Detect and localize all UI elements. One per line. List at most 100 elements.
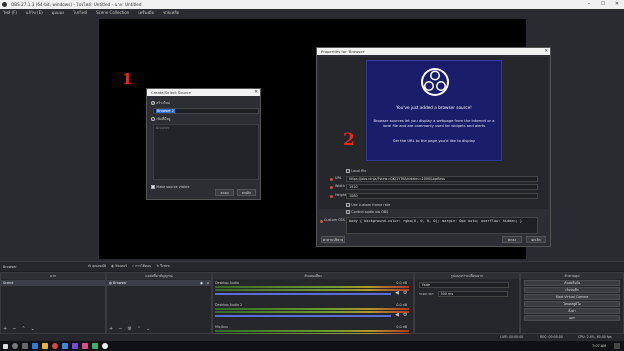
local-file-option[interactable]: Local file — [346, 168, 366, 174]
add-scene-icon[interactable]: + — [3, 326, 7, 333]
new-source-name-input[interactable]: Browser 2 — [153, 108, 259, 114]
scene-item[interactable]: Scene — [1, 280, 105, 286]
menu-scene-collection[interactable]: Scene Collection — [96, 9, 129, 17]
duration-input[interactable]: 300 ms — [437, 291, 508, 297]
gear-icon[interactable]: ⚙ — [403, 290, 407, 296]
filters-button[interactable]: ◐ ฟิลเตอร์ — [111, 264, 127, 269]
maximize-button[interactable]: ☐ — [596, 0, 610, 9]
create-source-ok-button[interactable]: ตกลง — [215, 189, 234, 196]
refresh-label: รีเฟรช — [160, 264, 170, 268]
rec-status: REC: 00:00:00 — [540, 335, 563, 339]
custom-fps-option[interactable]: Use custom frame rate — [346, 202, 390, 208]
make-visible-label: Make source visible — [156, 185, 190, 189]
refresh-button[interactable]: ↻ รีเฟรช — [156, 264, 169, 269]
source-down-icon[interactable]: ⌄ — [146, 326, 150, 333]
banner-cta: Set the URL to the page you'd like to di… — [392, 139, 476, 143]
menu-bar: ไฟล์ (F) แก้ไข (E) มุมมอง โปรไฟล์ Scene … — [0, 9, 624, 17]
search-icon[interactable] — [12, 343, 18, 349]
controls-header: ตัวควบคุม — [521, 273, 623, 279]
app-icon[interactable] — [82, 343, 88, 349]
studio-mode-button[interactable]: โหมดสตูดิโอ — [524, 301, 620, 307]
new-source-name-value: Browser 2 — [156, 109, 175, 113]
remove-source-icon[interactable]: − — [118, 326, 122, 333]
transitions-dock: รูปแบบการเปลี่ยนฉาก Fade ระยะเวลา 300 ms — [414, 272, 520, 334]
custom-fps-checkbox[interactable] — [346, 203, 350, 207]
browser-properties-cancel-button[interactable]: ยกเลิก — [526, 236, 546, 243]
volume-slider[interactable] — [215, 315, 391, 317]
menu-profile[interactable]: โปรไฟล์ — [73, 9, 87, 17]
selected-source-name: Browser — [3, 264, 17, 269]
create-source-cancel-button[interactable]: ยกเลิก — [237, 189, 256, 196]
control-audio-checkbox[interactable] — [346, 210, 350, 214]
local-file-checkbox[interactable] — [346, 169, 350, 173]
edge-icon[interactable] — [32, 343, 38, 349]
remove-scene-icon[interactable]: − — [12, 326, 16, 333]
visibility-eye-icon[interactable]: ◉ — [200, 280, 203, 286]
control-audio-option[interactable]: Control audio via OBS — [346, 209, 388, 215]
menu-help[interactable]: ช่วยเหลือ — [163, 9, 179, 17]
minimize-button[interactable]: – — [582, 0, 596, 9]
app-icon[interactable] — [72, 343, 78, 349]
add-source-icon[interactable]: + — [109, 326, 113, 333]
make-visible-checkbox[interactable] — [151, 185, 155, 189]
existing-source-item[interactable]: Browser — [156, 126, 256, 130]
close-button[interactable]: ✕ — [610, 0, 624, 9]
height-required-icon — [330, 195, 333, 198]
height-label: Height — [335, 193, 347, 197]
speaker-icon[interactable]: ◀ — [395, 290, 399, 296]
browser-source-banner: You've just added a browser source! Brow… — [366, 60, 502, 161]
settings-button[interactable]: ตั้งค่า — [524, 308, 620, 314]
chrome-icon[interactable] — [52, 343, 58, 349]
volume-slider[interactable] — [215, 293, 391, 295]
obs-taskbar-icon[interactable] — [102, 343, 108, 349]
start-streaming-button[interactable]: เริ่มสตรีมมิ่ง — [524, 280, 620, 286]
window-title: OBS 27.1.3 (64-bit, windows) - โปรไฟล์: … — [11, 2, 142, 7]
defaults-button[interactable]: ค่าตามปริยาย — [321, 236, 345, 243]
explorer-icon[interactable] — [42, 343, 48, 349]
move-down-icon[interactable]: ⌄ — [31, 326, 35, 333]
menu-file[interactable]: ไฟล์ (F) — [3, 9, 17, 17]
lock-icon[interactable]: ▫ — [207, 280, 209, 286]
gear-icon[interactable]: ⚙ — [403, 312, 407, 318]
source-item[interactable]: ◍ Browser ◉ ▫ — [107, 280, 211, 286]
start-icon[interactable] — [3, 343, 8, 349]
source-up-icon[interactable]: ⌃ — [137, 326, 141, 333]
task-view-icon[interactable] — [22, 343, 28, 349]
start-virtual-camera-button[interactable]: Start Virtual Camera — [524, 294, 620, 300]
interact-button[interactable]: ☝ การโต้ตอบ — [132, 264, 151, 269]
width-required-icon — [330, 186, 333, 189]
properties-button[interactable]: ⚙ คุณสมบัติ — [88, 264, 106, 269]
exit-button[interactable]: ออก — [524, 315, 620, 321]
channel-meter — [215, 311, 409, 313]
properties-form: Local file URL https://obs.ninja/?view=Q… — [320, 164, 542, 242]
menu-edit[interactable]: แก้ไข (E) — [26, 9, 43, 17]
width-input[interactable]: 1920 — [346, 184, 538, 190]
annotation-two: 2 — [343, 130, 355, 150]
height-input[interactable]: 1080 — [346, 193, 538, 199]
create-new-option[interactable]: สร้างใหม่ — [151, 100, 256, 106]
app-icon[interactable] — [92, 343, 98, 349]
menu-tools[interactable]: เครื่องมือ — [138, 9, 154, 17]
speaker-icon[interactable]: ◀ — [395, 312, 399, 318]
start-recording-button[interactable]: เริ่มบันทึก — [524, 287, 620, 293]
url-input[interactable]: https://obs.ninja/?view=QKJ1YT6&hidebn=2… — [346, 176, 538, 182]
menu-view[interactable]: มุมมอง — [52, 9, 64, 17]
create-new-label: สร้างใหม่ — [156, 101, 170, 105]
existing-source-list[interactable]: Browser — [153, 124, 259, 180]
browser-properties-ok-button[interactable]: ตกลง — [502, 236, 522, 243]
create-source-dialog: Create/Select Source ✕ สร้างใหม่ Browser… — [146, 88, 261, 200]
add-existing-radio[interactable] — [151, 117, 155, 121]
transition-type-select[interactable]: Fade — [419, 282, 509, 288]
move-up-icon[interactable]: ⌃ — [21, 326, 25, 333]
add-existing-option[interactable]: เพิ่มที่มีอยู่ — [151, 116, 256, 122]
create-source-close-icon[interactable]: ✕ — [254, 89, 258, 96]
source-settings-icon[interactable]: ⚙ — [127, 326, 131, 333]
store-icon[interactable] — [62, 343, 68, 349]
css-input[interactable]: body { background-color: rgba(0, 0, 0, 0… — [346, 217, 538, 234]
notification-icon[interactable] — [614, 343, 620, 349]
create-new-radio[interactable] — [151, 101, 155, 105]
channel-db: 0.0 dB — [396, 303, 407, 307]
browser-properties-close-icon[interactable]: ✕ — [544, 48, 548, 55]
local-file-label: Local file — [351, 169, 367, 173]
custom-fps-label: Use custom frame rate — [351, 203, 391, 207]
